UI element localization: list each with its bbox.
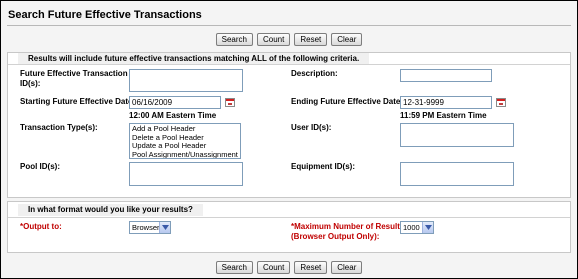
transaction-types-label: Transaction Type(s): [20,123,98,132]
end-time-note: 11:59 PM Eastern Time [400,111,487,120]
max-results-label-line2: (Browser Output Only): [291,232,380,241]
search-button[interactable]: Search [215,261,253,274]
calendar-icon[interactable] [225,98,235,107]
bottom-button-bar: Search Count Reset Clear [1,261,577,274]
equipment-ids-label: Equipment ID(s): [291,162,355,171]
user-ids-label: User ID(s): [291,123,332,132]
chevron-down-icon [422,222,433,233]
max-results-label: *Maximum Number of Results (Browser Outp… [291,222,404,242]
output-to-label: *Output to: [20,222,62,231]
search-window: Search Future Effective Transactions Sea… [0,0,578,279]
list-item[interactable]: Pool Assignment/Unassignment [132,150,238,158]
output-format-panel: In what format would you like your resul… [7,201,571,253]
calendar-icon[interactable] [496,98,506,107]
count-button[interactable]: Count [256,261,291,274]
end-date-label: Ending Future Effective Date: [291,97,404,106]
max-results-label-line1: *Maximum Number of Results [291,222,405,231]
reset-button[interactable]: Reset [294,261,328,274]
start-date-label: Starting Future Effective Date: [20,97,136,106]
output-to-value: Browser [132,223,160,232]
user-ids-field[interactable] [400,123,514,147]
criteria-panel: Results will include future effective tr… [7,52,571,198]
start-date-field[interactable]: 06/16/2009 [129,96,221,109]
transaction-ids-label: Future Effective Transaction ID(s): [20,69,128,88]
end-date-field[interactable]: 12-31-9999 [400,96,492,109]
clear-button[interactable]: Clear [331,261,363,274]
criteria-legend-divider [8,64,570,65]
max-results-select[interactable]: 1000 [400,221,434,234]
transaction-types-listbox[interactable]: Add a Pool Header Delete a Pool Header U… [129,123,241,159]
pool-ids-field[interactable] [129,162,243,186]
start-time-note: 12:00 AM Eastern Time [129,111,217,120]
equipment-ids-field[interactable] [400,162,514,186]
pool-ids-label: Pool ID(s): [20,162,60,171]
format-legend: In what format would you like your resul… [18,204,203,216]
clear-button[interactable]: Clear [331,33,363,46]
output-to-select[interactable]: Browser [129,221,171,234]
transaction-ids-field[interactable] [129,69,243,92]
description-label: Description: [291,69,338,78]
count-button[interactable]: Count [256,33,291,46]
top-button-bar: Search Count Reset Clear [1,33,577,46]
reset-button[interactable]: Reset [294,33,328,46]
page-title: Search Future Effective Transactions [8,9,202,21]
title-divider [7,25,571,26]
chevron-down-icon [159,222,170,233]
format-legend-divider [8,217,570,218]
search-button[interactable]: Search [215,33,253,46]
description-field[interactable] [400,69,492,82]
max-results-value: 1000 [403,223,420,232]
